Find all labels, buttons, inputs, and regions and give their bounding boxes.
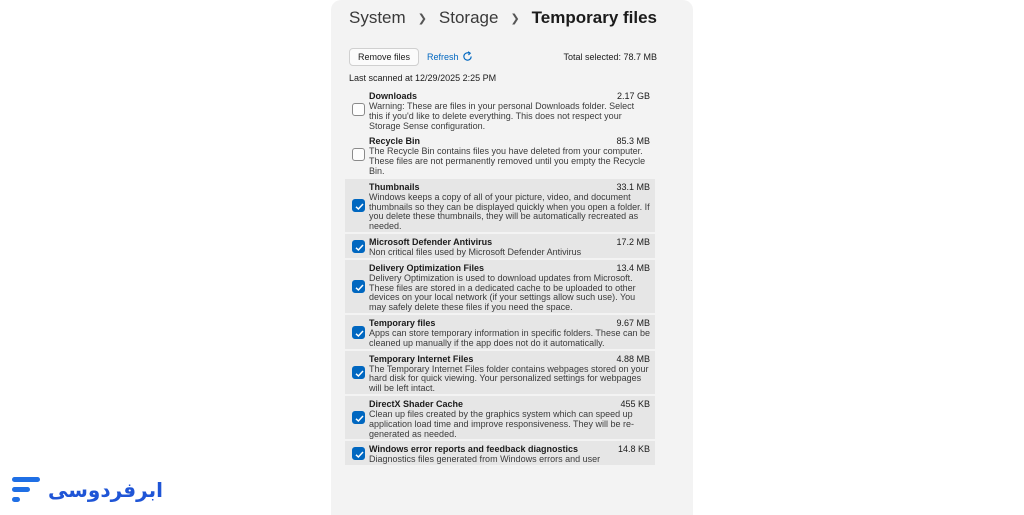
breadcrumb-system[interactable]: System <box>349 8 406 28</box>
checkmark-icon <box>355 451 364 459</box>
item-header: Temporary files 9.67 MB <box>369 318 650 328</box>
list-item[interactable]: Temporary Internet Files 4.88 MB The Tempo… <box>345 350 655 394</box>
item-name: DirectX Shader Cache <box>369 398 464 409</box>
item-size: 4.88 MB <box>616 353 650 364</box>
item-header: Thumbnails 33.1 MB <box>369 182 650 192</box>
item-body: DirectX Shader Cache 455 KB Clean up files… <box>369 396 650 439</box>
refresh-icon <box>462 51 472 61</box>
item-description: The Recycle Bin contains files you have … <box>369 146 646 176</box>
item-size: 14.8 KB <box>617 444 650 455</box>
chevron-right-icon: ❯ <box>510 12 520 25</box>
item-name: Temporary Internet Files <box>369 353 474 364</box>
breadcrumb-storage[interactable]: Storage <box>439 8 499 28</box>
logo-icon <box>10 474 42 506</box>
item-body: Downloads 2.17 GB Warning: These are files… <box>369 88 650 131</box>
item-size: 17.2 MB <box>616 236 650 247</box>
item-name: Recycle Bin <box>369 136 421 147</box>
item-header: Windows error reports and feedback diagn… <box>369 444 650 454</box>
item-header: Recycle Bin 85.3 MB <box>369 136 650 146</box>
checkbox-checked[interactable] <box>352 365 365 379</box>
checkbox-checked[interactable] <box>352 239 365 253</box>
checkmark-icon <box>355 284 364 291</box>
checkbox[interactable] <box>352 103 365 116</box>
checkmark-icon <box>355 203 364 210</box>
item-description: The Temporary Internet Files folder cont… <box>369 363 649 394</box>
logo-text: ابرفردوسی <box>48 478 163 502</box>
remove-files-button[interactable]: Remove files <box>349 48 420 66</box>
item-description: Clean up files created by the graphics s… <box>369 408 634 439</box>
brand-logo: ابرفردوسی <box>10 474 163 506</box>
list-item[interactable]: DirectX Shader Cache 455 KB Clean up files… <box>345 395 655 440</box>
item-description: Non critical files used by Microsoft Def… <box>369 246 582 257</box>
last-scanned: Last scanned at 12/29/2025 2:25 PM <box>349 73 497 83</box>
item-header: DirectX Shader Cache 455 KB <box>369 399 650 409</box>
checkmark-icon <box>355 244 364 252</box>
checkmark-icon <box>355 330 364 338</box>
checkbox-checked[interactable] <box>352 410 365 424</box>
item-size: 455 KB <box>620 398 650 409</box>
item-size: 2.17 GB <box>616 91 650 101</box>
item-body: Temporary Internet Files 4.88 MB The Tempo… <box>369 351 650 394</box>
toolbar: Remove files Refresh Total selected: 78.… <box>349 48 657 68</box>
chevron-right-icon: ❯ <box>417 12 427 25</box>
item-name: Downloads <box>369 91 418 101</box>
item-size: 33.1 MB <box>616 181 650 192</box>
item-body: Thumbnails 33.1 MB Windows keeps a copy of… <box>369 179 650 232</box>
item-name: Temporary files <box>369 317 436 328</box>
item-body: Microsoft Defender Antivirus 17.2 MB Non c… <box>369 234 650 258</box>
item-description: Diagnostics files generated from Windows… <box>369 454 601 465</box>
item-name: Microsoft Defender Antivirus <box>369 236 493 247</box>
list-item[interactable]: Delivery Optimization Files 13.4 MB Delive… <box>345 259 655 313</box>
checkbox-checked[interactable] <box>352 198 365 212</box>
refresh-button[interactable]: Refresh <box>427 51 473 62</box>
breadcrumb: System ❯ Storage ❯ Temporary files <box>349 8 657 28</box>
item-body: Temporary files 9.67 MB Apps can store tem… <box>369 315 650 349</box>
temporary-files-panel: System ❯ Storage ❯ Temporary files Remov… <box>331 0 693 515</box>
list-item[interactable]: Recycle Bin 85.3 MB The Recycle Bin contai… <box>345 133 655 176</box>
item-description: Apps can store temporary information in … <box>369 327 650 348</box>
list-item[interactable]: Temporary files 9.67 MB Apps can store tem… <box>345 314 655 349</box>
item-description: Windows keeps a copy of all of your pict… <box>369 191 650 232</box>
checkmark-icon <box>355 415 364 422</box>
checkbox-checked[interactable] <box>352 279 365 293</box>
item-size: 85.3 MB <box>616 136 650 147</box>
item-body: Windows error reports and feedback diagn… <box>369 441 650 465</box>
total-selected: Total selected: 78.7 MB <box>563 52 657 62</box>
item-header: Downloads 2.17 GB <box>369 91 650 101</box>
item-name: Thumbnails <box>369 181 420 192</box>
checkmark-icon <box>355 370 364 377</box>
item-body: Recycle Bin 85.3 MB The Recycle Bin contai… <box>369 133 650 176</box>
item-size: 9.67 MB <box>616 317 650 328</box>
page-title: Temporary files <box>531 8 658 27</box>
list-item[interactable]: Thumbnails 33.1 MB Windows keeps a copy of… <box>345 178 655 232</box>
checkbox-checked[interactable] <box>352 325 365 339</box>
item-header: Microsoft Defender Antivirus 17.2 MB <box>369 237 650 247</box>
checkbox-checked[interactable] <box>352 447 365 461</box>
list-item[interactable]: Windows error reports and feedback diagn… <box>345 441 655 466</box>
item-header: Temporary Internet Files 4.88 MB <box>369 354 650 364</box>
temp-files-list: Downloads 2.17 GB Warning: These are files… <box>345 88 655 467</box>
checkbox[interactable] <box>352 148 365 162</box>
item-body: Delivery Optimization Files 13.4 MB Delive… <box>369 260 650 313</box>
item-name: Delivery Optimization Files <box>369 262 485 273</box>
refresh-label: Refresh <box>427 51 459 62</box>
item-name: Windows error reports and feedback diagn… <box>369 444 578 455</box>
item-description: Delivery Optimization is used to downloa… <box>369 272 636 313</box>
item-description: Warning: These are files in your persona… <box>369 101 635 131</box>
item-size: 13.4 MB <box>616 262 650 273</box>
item-header: Delivery Optimization Files 13.4 MB <box>369 263 650 273</box>
list-item[interactable]: Downloads 2.17 GB Warning: These are files… <box>345 88 655 131</box>
list-item[interactable]: Microsoft Defender Antivirus 17.2 MB Non c… <box>345 233 655 258</box>
